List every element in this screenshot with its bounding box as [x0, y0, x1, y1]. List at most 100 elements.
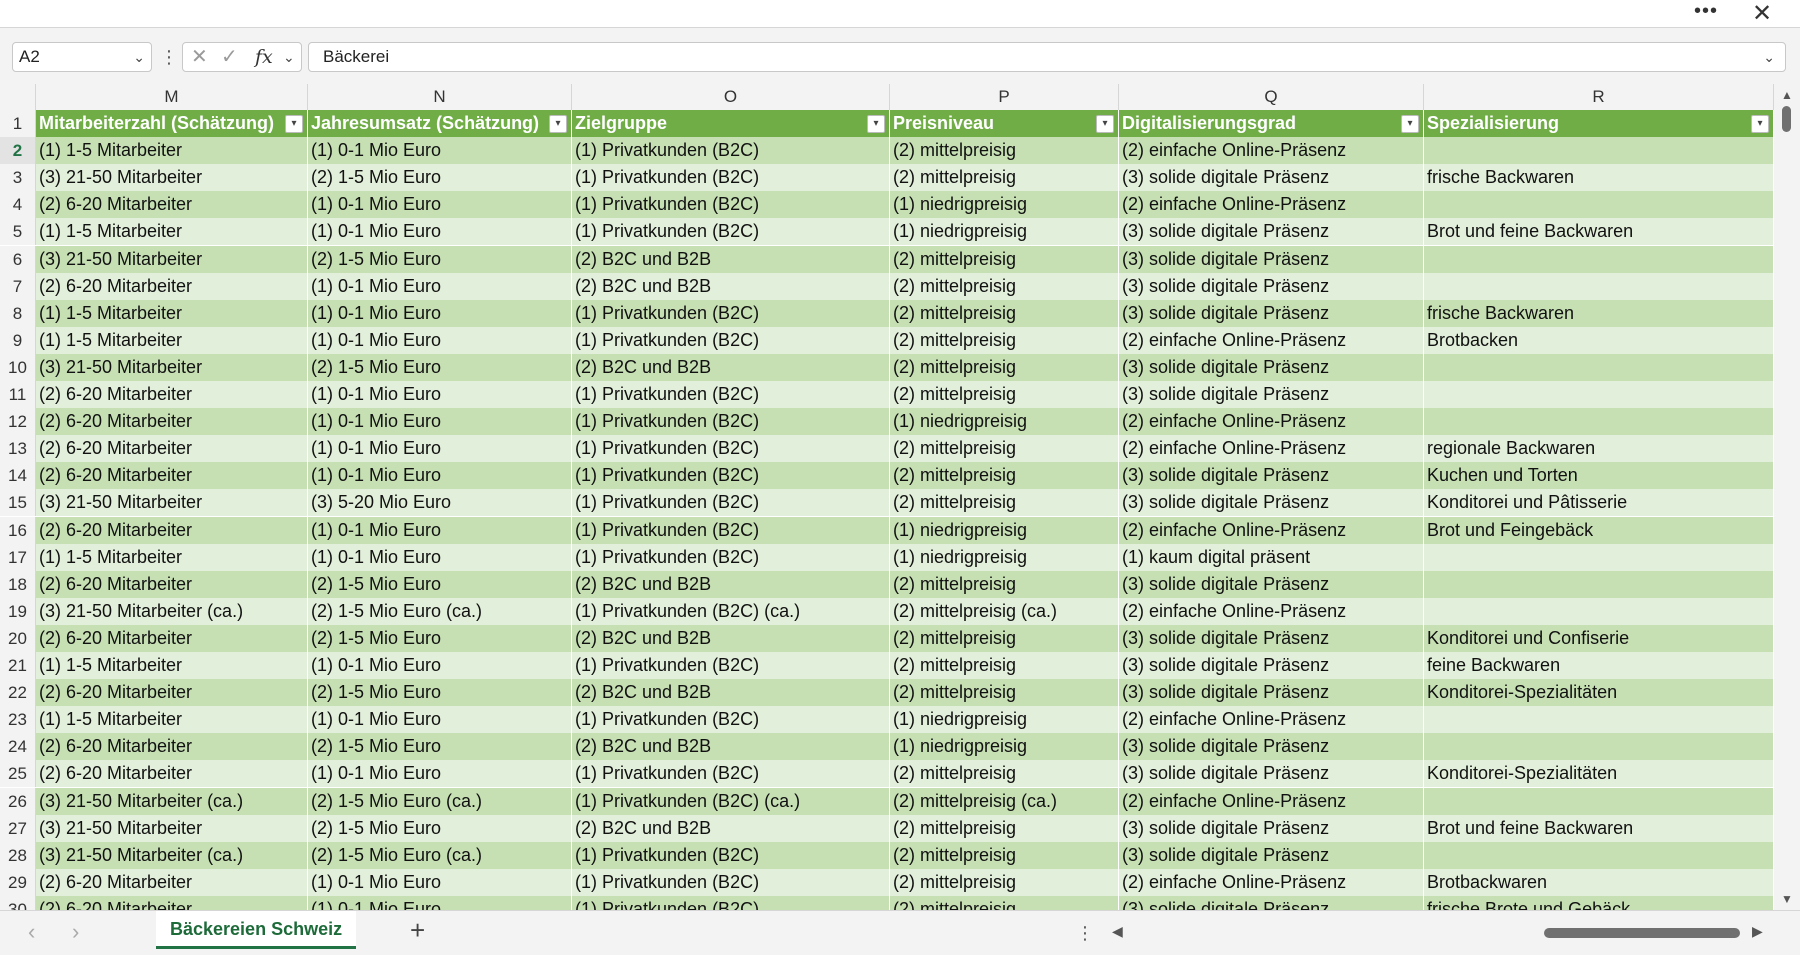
table-cell[interactable]: (3) solide digitale Präsenz: [1119, 733, 1424, 761]
table-cell[interactable]: [1424, 381, 1774, 409]
header-cell[interactable]: Zielgruppe ▾: [572, 110, 890, 138]
table-cell[interactable]: (2) B2C und B2B: [572, 245, 890, 273]
table-cell[interactable]: Kuchen und Torten: [1424, 462, 1774, 490]
table-cell[interactable]: (1) niedrigpreisig: [890, 543, 1119, 571]
table-cell[interactable]: (2) mittelpreisig: [890, 299, 1119, 327]
table-cell[interactable]: Brotbackwaren: [1424, 868, 1774, 896]
table-cell[interactable]: (2) 6-20 Mitarbeiter: [36, 272, 308, 300]
table-cell[interactable]: (3) 21-50 Mitarbeiter (ca.): [36, 841, 308, 869]
table-cell[interactable]: (1) 0-1 Mio Euro: [308, 218, 572, 246]
table-cell[interactable]: Brot und Feingebäck: [1424, 516, 1774, 544]
row-number[interactable]: 4: [0, 191, 36, 219]
row-number[interactable]: 28: [0, 841, 36, 869]
table-cell[interactable]: (1) 0-1 Mio Euro: [308, 272, 572, 300]
table-cell[interactable]: (3) solide digitale Präsenz: [1119, 679, 1424, 707]
table-cell[interactable]: (3) solide digitale Präsenz: [1119, 841, 1424, 869]
column-header-n[interactable]: N: [308, 84, 572, 110]
more-options-icon[interactable]: •••: [1688, 1, 1724, 26]
row-number[interactable]: 25: [0, 760, 36, 788]
vertical-scroll-thumb[interactable]: [1782, 106, 1791, 132]
scroll-down-icon[interactable]: ▼: [1781, 892, 1793, 906]
table-cell[interactable]: (2) einfache Online-Präsenz: [1119, 516, 1424, 544]
scroll-left-icon[interactable]: ◀: [1112, 923, 1123, 940]
table-cell[interactable]: (1) Privatkunden (B2C): [572, 218, 890, 246]
table-cell[interactable]: Brot und feine Backwaren: [1424, 218, 1774, 246]
table-cell[interactable]: (2) mittelpreisig: [890, 868, 1119, 896]
scroll-up-icon[interactable]: ▲: [1781, 88, 1793, 102]
column-header-o[interactable]: O: [572, 84, 890, 110]
add-sheet-button[interactable]: +: [410, 915, 425, 945]
sheet-tab-baeckereien-schweiz[interactable]: Bäckereien Schweiz: [156, 911, 357, 949]
table-cell[interactable]: (2) B2C und B2B: [572, 733, 890, 761]
table-cell[interactable]: (2) mittelpreisig: [890, 326, 1119, 354]
cancel-icon[interactable]: ✕: [191, 45, 208, 69]
table-cell[interactable]: (2) B2C und B2B: [572, 679, 890, 707]
table-cell[interactable]: (3) solide digitale Präsenz: [1119, 760, 1424, 788]
insert-function-icon[interactable]: fx: [255, 45, 273, 69]
name-box[interactable]: A2 ⌄: [12, 42, 152, 72]
filter-dropdown-icon[interactable]: ▾: [1751, 115, 1769, 133]
table-cell[interactable]: (3) 21-50 Mitarbeiter: [36, 489, 308, 517]
table-cell[interactable]: (2) 1-5 Mio Euro (ca.): [308, 841, 572, 869]
table-cell[interactable]: (1) Privatkunden (B2C): [572, 895, 890, 910]
table-cell[interactable]: (1) 1-5 Mitarbeiter: [36, 706, 308, 734]
table-cell[interactable]: (1) Privatkunden (B2C): [572, 841, 890, 869]
table-cell[interactable]: (2) einfache Online-Präsenz: [1119, 706, 1424, 734]
table-cell[interactable]: (1) 0-1 Mio Euro: [308, 652, 572, 680]
table-cell[interactable]: Konditorei und Confiserie: [1424, 624, 1774, 652]
table-cell[interactable]: (1) 0-1 Mio Euro: [308, 408, 572, 436]
row-number[interactable]: 9: [0, 326, 36, 354]
chevron-down-icon[interactable]: ⌄: [133, 43, 145, 71]
table-cell[interactable]: (2) mittelpreisig: [890, 462, 1119, 490]
table-cell[interactable]: (2) mittelpreisig: [890, 895, 1119, 910]
table-cell[interactable]: (1) Privatkunden (B2C): [572, 760, 890, 788]
table-cell[interactable]: frische Backwaren: [1424, 299, 1774, 327]
row-number[interactable]: 20: [0, 624, 36, 652]
row-number[interactable]: 2: [0, 137, 36, 165]
table-cell[interactable]: (1) Privatkunden (B2C): [572, 652, 890, 680]
row-number[interactable]: 22: [0, 679, 36, 707]
table-cell[interactable]: Brotbacken: [1424, 326, 1774, 354]
table-cell[interactable]: (2) mittelpreisig: [890, 814, 1119, 842]
table-cell[interactable]: (3) solide digitale Präsenz: [1119, 462, 1424, 490]
table-cell[interactable]: (3) 21-50 Mitarbeiter: [36, 164, 308, 192]
table-cell[interactable]: (1) Privatkunden (B2C): [572, 868, 890, 896]
formula-bar-grip-icon[interactable]: ⋮: [160, 44, 178, 70]
table-cell[interactable]: (1) 0-1 Mio Euro: [308, 760, 572, 788]
table-cell[interactable]: (2) mittelpreisig: [890, 624, 1119, 652]
table-cell[interactable]: (1) 0-1 Mio Euro: [308, 516, 572, 544]
table-cell[interactable]: (2) 6-20 Mitarbeiter: [36, 895, 308, 910]
scroll-right-icon[interactable]: ▶: [1752, 923, 1763, 940]
table-cell[interactable]: (1) niedrigpreisig: [890, 516, 1119, 544]
table-cell[interactable]: [1424, 733, 1774, 761]
table-cell[interactable]: (1) Privatkunden (B2C): [572, 408, 890, 436]
table-cell[interactable]: (1) Privatkunden (B2C): [572, 137, 890, 165]
table-cell[interactable]: (1) 0-1 Mio Euro: [308, 706, 572, 734]
table-cell[interactable]: (2) mittelpreisig: [890, 164, 1119, 192]
table-cell[interactable]: (3) solide digitale Präsenz: [1119, 164, 1424, 192]
table-cell[interactable]: [1424, 543, 1774, 571]
table-cell[interactable]: (1) Privatkunden (B2C): [572, 543, 890, 571]
next-sheet-icon[interactable]: ›: [72, 919, 79, 945]
header-cell[interactable]: Spezialisierung ▾: [1424, 110, 1774, 138]
table-cell[interactable]: (2) mittelpreisig: [890, 841, 1119, 869]
table-cell[interactable]: (1) niedrigpreisig: [890, 706, 1119, 734]
table-cell[interactable]: [1424, 706, 1774, 734]
table-cell[interactable]: (1) 0-1 Mio Euro: [308, 868, 572, 896]
table-cell[interactable]: (2) mittelpreisig: [890, 652, 1119, 680]
table-cell[interactable]: (2) 6-20 Mitarbeiter: [36, 381, 308, 409]
table-cell[interactable]: (3) solide digitale Präsenz: [1119, 245, 1424, 273]
header-cell[interactable]: Mitarbeiterzahl (Schätzung) ▾: [36, 110, 308, 138]
table-cell[interactable]: (3) solide digitale Präsenz: [1119, 299, 1424, 327]
table-cell[interactable]: (1) Privatkunden (B2C): [572, 516, 890, 544]
table-cell[interactable]: (3) 21-50 Mitarbeiter: [36, 353, 308, 381]
table-cell[interactable]: (2) 1-5 Mio Euro: [308, 245, 572, 273]
table-cell[interactable]: (3) 21-50 Mitarbeiter (ca.): [36, 787, 308, 815]
table-cell[interactable]: (3) solide digitale Präsenz: [1119, 570, 1424, 598]
table-cell[interactable]: Brot und feine Backwaren: [1424, 814, 1774, 842]
row-number[interactable]: 14: [0, 462, 36, 490]
table-cell[interactable]: frische Brote und Gebäck: [1424, 895, 1774, 910]
table-cell[interactable]: (1) kaum digital präsent: [1119, 543, 1424, 571]
row-number[interactable]: 5: [0, 218, 36, 246]
table-cell[interactable]: (3) 21-50 Mitarbeiter: [36, 245, 308, 273]
